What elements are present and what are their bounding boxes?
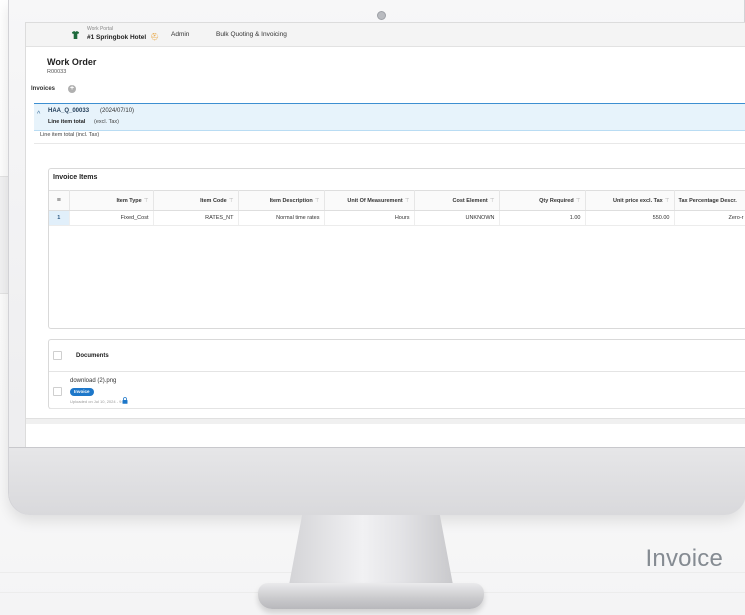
divider [49, 408, 745, 409]
monitor-stand [289, 515, 453, 585]
monitor-screen: Work Portal #1 Springbok Hotel ⛑ Admin B… [25, 22, 745, 447]
work-order-code: R00033 [47, 69, 67, 75]
footer-bar [26, 418, 745, 424]
chevron-up-icon[interactable]: ^ [37, 111, 40, 118]
line-total-excl: (excl. Tax) [94, 119, 119, 125]
column-header[interactable]: Tax Percentage Descr. [674, 190, 745, 211]
documents-card: Documents download (2).png Invoice Uploa… [48, 339, 745, 409]
monitor-base [258, 583, 484, 609]
document-upload-info: Uploaded on Jul 10, 2024 - 9:06 [70, 399, 127, 404]
cell-unit[interactable]: Hours [324, 210, 415, 226]
table-row[interactable]: 1 Fixed_Cost RATES_NT Normal time rates … [49, 210, 745, 226]
cell-tax[interactable]: Zero-r [674, 210, 745, 226]
menu-icon[interactable]: ≡ [49, 190, 70, 211]
invoice-items-card: Invoice Items ≡ Item Type ⊤ Item Code ⊤ It… [48, 168, 745, 329]
column-label: Tax Percentage Descr. [678, 197, 737, 204]
column-header[interactable]: Item Code ⊤ [153, 190, 239, 211]
monitor-chin [9, 447, 745, 515]
divider [34, 143, 745, 144]
document-file-name[interactable]: download (2).png [70, 378, 116, 384]
cell-item-type[interactable]: Fixed_Cost [69, 210, 154, 226]
cell-item-description[interactable]: Normal time rates [238, 210, 325, 226]
column-label: Item Description [269, 197, 313, 204]
documents-title: Documents [76, 353, 109, 359]
top-bar: Work Portal #1 Springbok Hotel ⛑ Admin B… [26, 23, 745, 47]
filter-icon[interactable]: ⊤ [576, 198, 581, 204]
row-number[interactable]: 1 [49, 210, 70, 226]
lock-icon [122, 397, 128, 404]
column-label: Item Code [200, 197, 227, 204]
line-total-label: Line item total [48, 119, 86, 125]
cell-item-code[interactable]: RATES_NT [153, 210, 239, 226]
caption: Invoice [645, 545, 723, 572]
documents-header: Documents [49, 340, 745, 372]
invoice-items-title: Invoice Items [53, 174, 98, 181]
cell-qty[interactable]: 1.00 [499, 210, 586, 226]
filter-icon[interactable]: ⊤ [144, 198, 149, 204]
line-total-incl: Line item total (incl. Tax) [40, 132, 100, 138]
add-circle-icon[interactable]: + [68, 85, 76, 93]
column-label: Unit price excl. Tax [612, 197, 663, 204]
table-header-row: ≡ Item Type ⊤ Item Code ⊤ Item Description… [49, 190, 745, 211]
document-type-badge: Invoice [70, 388, 94, 396]
column-header[interactable]: Unit Of Measurement ⊤ [324, 190, 415, 211]
filter-icon[interactable]: ⊤ [229, 198, 234, 204]
column-header[interactable]: Item Type ⊤ [69, 190, 154, 211]
quote-code: HAA_Q_00033 [48, 108, 90, 114]
filter-icon[interactable]: ⊤ [490, 198, 495, 204]
monitor: Work Portal #1 Springbok Hotel ⛑ Admin B… [8, 0, 745, 515]
filter-icon[interactable]: ⊤ [405, 198, 410, 204]
quote-panel[interactable]: ^ HAA_Q_00033 (2024/07/10) Line item tot… [34, 103, 745, 131]
column-header[interactable]: Qty Required ⊤ [499, 190, 586, 211]
camera-icon [377, 11, 386, 20]
invoices-label: Invoices [31, 86, 56, 92]
column-label: Qty Required [539, 197, 574, 204]
org-name[interactable]: #1 Springbok Hotel [87, 34, 146, 41]
invoice-items-table: ≡ Item Type ⊤ Item Code ⊤ Item Description… [49, 190, 745, 226]
column-header[interactable]: Item Description ⊤ [238, 190, 325, 211]
shirt-icon [71, 30, 80, 40]
nav-bulk-quoting[interactable]: Bulk Quoting & Invoicing [216, 31, 287, 38]
org-label: Work Portal [87, 26, 114, 32]
quote-date: (2024/07/10) [100, 108, 135, 114]
cell-unit-price[interactable]: 550.00 [585, 210, 675, 226]
column-header[interactable]: Cost Element ⊤ [414, 190, 500, 211]
document-checkbox[interactable] [53, 387, 62, 396]
column-label: Item Type [116, 197, 142, 204]
select-all-checkbox[interactable] [53, 351, 62, 360]
column-label: Cost Element [452, 197, 488, 204]
filter-icon[interactable]: ⊤ [665, 198, 670, 204]
page-title: Work Order [47, 57, 97, 67]
column-header[interactable]: Unit price excl. Tax ⊤ [585, 190, 675, 211]
nav-admin[interactable]: Admin [171, 31, 189, 38]
filter-icon[interactable]: ⊤ [315, 198, 320, 204]
hat-icon: ⛑ [150, 34, 159, 41]
cell-cost-element[interactable]: UNKNOWN [414, 210, 500, 226]
column-label: Unit Of Measurement [347, 197, 403, 204]
